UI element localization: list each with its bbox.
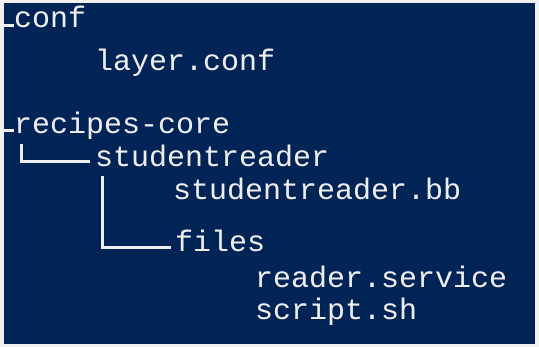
folder-studentreader-label: studentreader: [95, 142, 330, 176]
tree-row-conf: conf: [4, 3, 112, 37]
tree-row-layer-conf: layer.conf: [4, 46, 275, 80]
folder-recipes-core-label: recipes-core: [14, 109, 231, 143]
folder-files-label: files: [175, 227, 266, 261]
console-window: conf layer.conf recipes-core studentread…: [0, 0, 539, 347]
tree-branch-conf: [4, 24, 14, 27]
tree-row-studentreader-bb: studentreader.bb: [4, 175, 461, 209]
tree-row-recipes-core: recipes-core: [4, 109, 230, 143]
tree-row-reader-service: reader.service: [4, 263, 507, 297]
file-reader-service-label: reader.service: [255, 263, 508, 297]
file-studentreader-bb-label: studentreader.bb: [173, 175, 462, 209]
console-output: conf layer.conf recipes-core studentread…: [4, 3, 535, 344]
tree-branch-recipes-core: [4, 129, 14, 132]
file-script-sh-label: script.sh: [255, 295, 418, 329]
tree-row-script-sh: script.sh: [4, 295, 417, 329]
file-layer-conf-label: layer.conf: [95, 46, 276, 80]
tree-row-studentreader: studentreader: [4, 142, 329, 176]
tree-row-files: files: [4, 227, 265, 261]
folder-conf-label: conf: [14, 3, 87, 37]
